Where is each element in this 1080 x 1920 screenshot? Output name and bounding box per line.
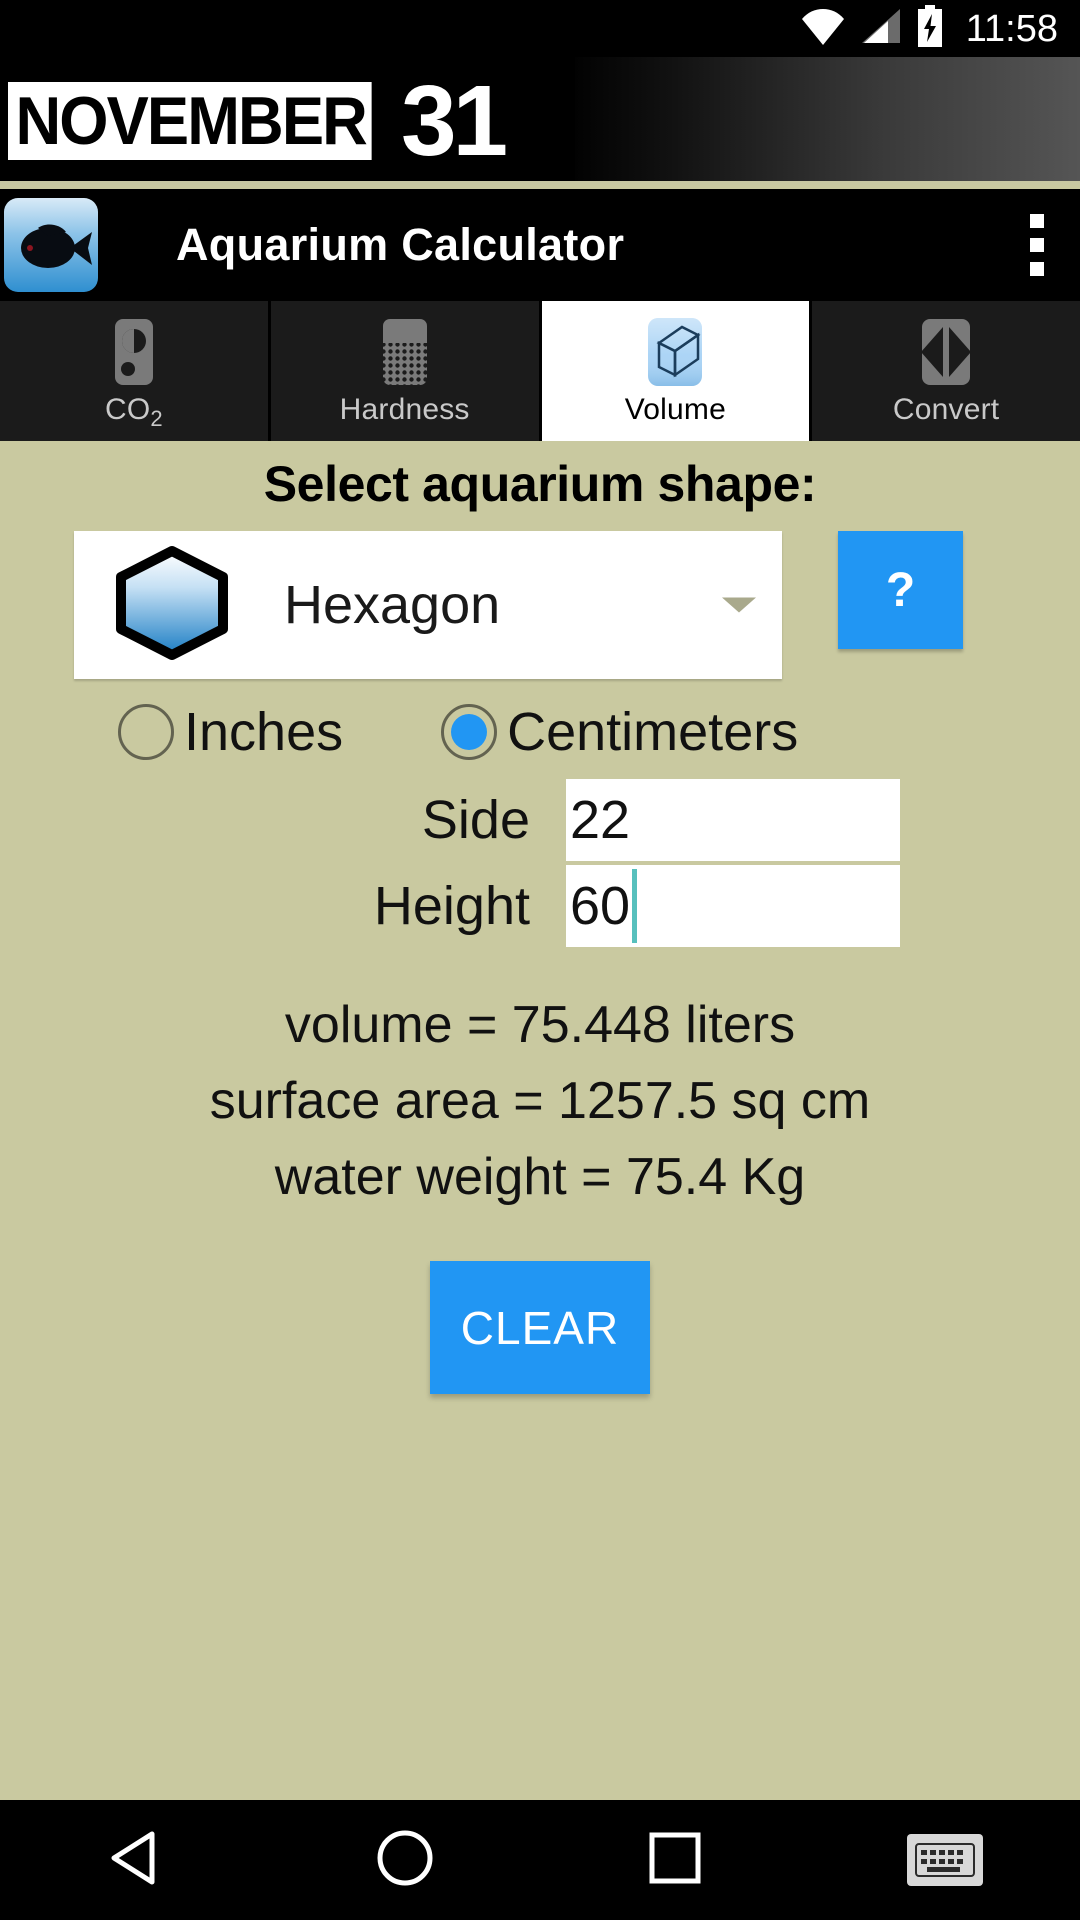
banner-logo: NOVEMBER 31 bbox=[0, 57, 575, 185]
tab-convert[interactable]: Convert bbox=[812, 301, 1080, 441]
dimension-fields: Side 22 Height 60 bbox=[0, 779, 1080, 947]
label-height: Height bbox=[373, 876, 530, 936]
section-heading: Select aquarium shape: bbox=[263, 456, 817, 512]
tab-volume[interactable]: Volume bbox=[541, 301, 813, 441]
chevron-down-icon bbox=[722, 597, 756, 613]
result-surface-area: surface area = 1257.5 sq cm bbox=[209, 1072, 871, 1130]
recents-square-icon bbox=[648, 1831, 702, 1890]
overflow-menu-icon[interactable] bbox=[1030, 214, 1044, 276]
shape-selector-row: Hexagon ? bbox=[0, 531, 1080, 679]
cellular-signal-icon bbox=[860, 7, 902, 50]
results-block: volume = 75.448 liters surface area = 12… bbox=[0, 987, 1080, 1215]
keyboard-icon bbox=[907, 1834, 983, 1886]
android-nav-bar bbox=[0, 1800, 1080, 1920]
cube-volume-icon bbox=[636, 313, 714, 391]
nav-back-button[interactable] bbox=[0, 1830, 270, 1891]
tab-label-co2: CO2 bbox=[104, 393, 163, 431]
fish-app-icon bbox=[4, 198, 98, 292]
nav-home-button[interactable] bbox=[270, 1829, 540, 1892]
radio-inches[interactable]: Inches bbox=[118, 701, 343, 763]
tab-bar: CO2 Hardness Volume Convert bbox=[0, 301, 1080, 441]
wifi-icon bbox=[800, 7, 846, 50]
text-cursor bbox=[632, 869, 638, 943]
radio-label-inches: Inches bbox=[184, 702, 344, 762]
field-row-height: Height 60 bbox=[0, 865, 1080, 947]
input-height[interactable]: 60 bbox=[566, 865, 900, 947]
phone-screen: 11:58 NOVEMBER 31 Aquarium Calculator CO… bbox=[0, 0, 1080, 1920]
input-side-value: 22 bbox=[570, 790, 631, 850]
selected-shape-label: Hexagon bbox=[284, 575, 501, 635]
tab-label-hardness: Hardness bbox=[339, 393, 470, 426]
page-title: Aquarium Calculator bbox=[176, 219, 625, 270]
radio-circle-centimeters bbox=[441, 704, 498, 760]
back-triangle-icon bbox=[108, 1830, 162, 1891]
field-row-side: Side 22 bbox=[0, 779, 1080, 861]
tab-label-volume: Volume bbox=[624, 393, 726, 426]
water-hardness-icon bbox=[366, 313, 444, 391]
banner-logo-number: 31 bbox=[400, 65, 508, 177]
volume-calculator-panel: Select aquarium shape: Hexagon ? Inches … bbox=[0, 441, 1080, 1472]
radio-label-centimeters: Centimeters bbox=[507, 702, 799, 762]
tab-hardness[interactable]: Hardness bbox=[270, 301, 542, 441]
november31-banner: NOVEMBER 31 bbox=[0, 57, 1080, 185]
co2-tank-icon bbox=[95, 313, 173, 391]
shape-dropdown[interactable]: Hexagon bbox=[74, 531, 782, 679]
units-radio-group: Inches Centimeters bbox=[0, 701, 1080, 763]
status-bar-clock: 11:58 bbox=[965, 7, 1058, 50]
home-circle-icon bbox=[376, 1829, 434, 1892]
result-water-weight: water weight = 75.4 Kg bbox=[274, 1148, 806, 1206]
tab-label-convert: Convert bbox=[892, 393, 1000, 426]
input-height-value: 60 bbox=[570, 876, 631, 936]
clear-button[interactable]: CLEAR bbox=[430, 1261, 650, 1394]
banner-bottom-rule bbox=[0, 181, 1080, 185]
radio-circle-inches bbox=[118, 704, 174, 760]
result-volume: volume = 75.448 liters bbox=[284, 996, 796, 1054]
radio-centimeters[interactable]: Centimeters bbox=[441, 701, 798, 763]
nav-keyboard-button[interactable] bbox=[810, 1834, 1080, 1886]
banner-logo-word: NOVEMBER bbox=[8, 82, 372, 160]
tab-co2[interactable]: CO2 bbox=[0, 301, 271, 441]
nav-recents-button[interactable] bbox=[540, 1831, 810, 1890]
help-button[interactable]: ? bbox=[838, 531, 963, 649]
input-side[interactable]: 22 bbox=[566, 779, 900, 861]
status-bar: 11:58 bbox=[0, 0, 1080, 57]
hexagon-icon bbox=[110, 544, 234, 667]
battery-charging-icon bbox=[916, 5, 944, 52]
convert-arrows-icon bbox=[907, 313, 985, 391]
label-side: Side bbox=[421, 790, 530, 850]
app-bar: Aquarium Calculator bbox=[0, 189, 1080, 301]
